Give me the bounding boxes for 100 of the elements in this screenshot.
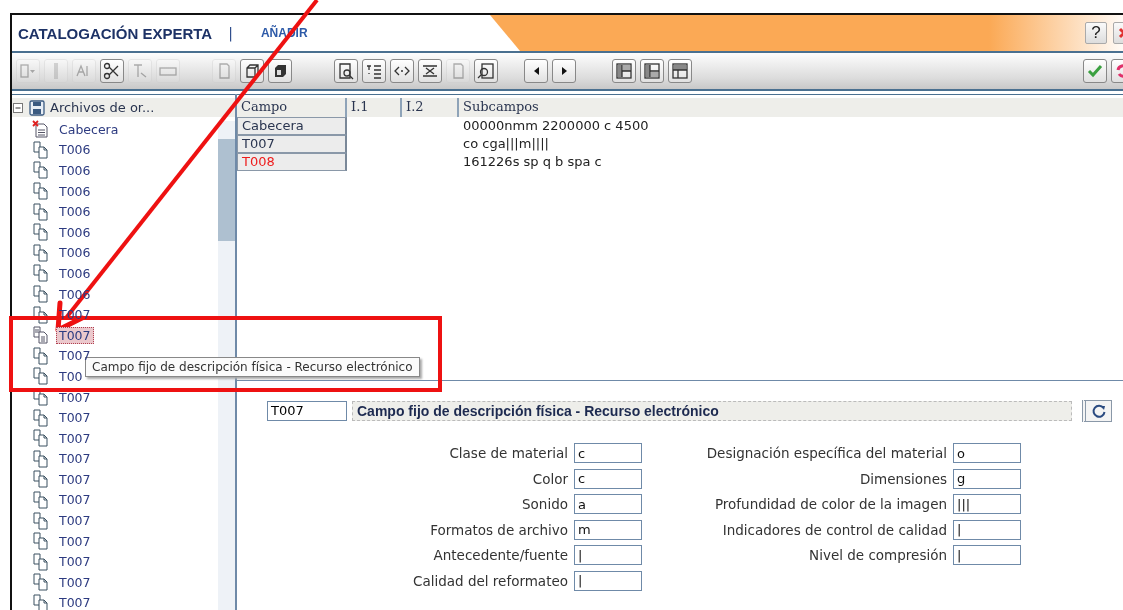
menu-icon (19, 62, 37, 80)
documents-icon (32, 470, 50, 489)
tree-item[interactable]: T007 (56, 512, 94, 530)
field-label: Designación específica del material (705, 444, 947, 463)
tree-item[interactable]: T006 (56, 141, 94, 159)
column-header[interactable]: Subcampos (459, 98, 1123, 117)
toolbar-button[interactable] (100, 59, 124, 83)
field-tag-cell[interactable]: T007 (237, 135, 347, 153)
tree-item[interactable]: T007 (56, 491, 94, 509)
bar-icon (54, 63, 58, 79)
documents-icon (32, 182, 50, 201)
tree-item[interactable]: T007 (56, 470, 94, 488)
documents-icon (32, 491, 50, 509)
scrollbar-thumb[interactable] (218, 139, 235, 241)
right-arrow-icon (561, 67, 567, 75)
toolbar-button[interactable] (418, 59, 442, 83)
documents-icon (32, 367, 50, 386)
tree-item[interactable]: T006 (56, 182, 94, 200)
toolbar-button[interactable] (474, 59, 498, 83)
table-cell-text: 161226s sp q b spa c (462, 153, 603, 171)
tree-item[interactable]: T006 (56, 244, 94, 262)
tree-item[interactable]: T007 (56, 326, 94, 344)
documents-icon (32, 202, 50, 221)
tree-item[interactable]: T006 (56, 162, 94, 179)
input-field[interactable]: a (574, 494, 642, 514)
preview-icon (337, 62, 355, 80)
field-label: Sonido (521, 495, 568, 514)
toolbar-button[interactable] (552, 59, 576, 83)
tree-item[interactable]: T007 (56, 450, 94, 468)
tree-item[interactable]: Cabecera (56, 120, 122, 138)
tree-item[interactable]: T007 (56, 594, 94, 610)
refresh-icon (1090, 403, 1107, 419)
refresh-button[interactable] (1082, 400, 1112, 422)
field-label: Formatos de archivo (429, 520, 568, 540)
input-field[interactable]: | (953, 545, 1021, 565)
field-label: Nivel de compresión (808, 546, 947, 565)
toolbar-button[interactable] (334, 59, 358, 83)
help-button[interactable]: ? (1085, 22, 1107, 44)
documents-icon (32, 429, 50, 448)
input-field[interactable]: g (953, 468, 1021, 489)
column-header[interactable]: I.2 (402, 98, 459, 117)
input-field[interactable]: c (574, 443, 642, 463)
documents-icon (32, 532, 50, 551)
documents-icon (32, 305, 50, 324)
documents-icon (32, 161, 50, 180)
tree-item[interactable]: T007 (56, 429, 94, 447)
field-label: Dimensiones (858, 469, 947, 489)
documents-icon (32, 243, 50, 262)
tree-item[interactable]: T007 (56, 573, 94, 591)
documents-icon (32, 346, 50, 365)
check-icon (1086, 62, 1104, 80)
search-icon (477, 62, 495, 80)
field-label: Color (531, 469, 568, 489)
tree-item[interactable]: T006 (56, 203, 94, 221)
column-header[interactable]: I.1 (347, 98, 402, 117)
tree-item[interactable]: T006 (56, 223, 94, 241)
tree-item[interactable]: T007 (56, 388, 94, 406)
input-field[interactable]: c (574, 468, 642, 489)
tree-item[interactable]: T00 (56, 367, 86, 385)
toolbar-button[interactable] (524, 59, 548, 83)
field-label: Profundidad de color de la imagen (713, 495, 947, 514)
toolbar-button[interactable] (612, 59, 636, 83)
input-field[interactable]: | (574, 570, 642, 591)
left-arrow-icon (533, 67, 539, 75)
documents-icon (32, 408, 50, 427)
input-field[interactable]: m (574, 519, 642, 540)
field-tag-cell[interactable]: T008 (237, 153, 347, 171)
toolbar-button[interactable] (390, 59, 414, 83)
toolbar-button[interactable] (668, 59, 692, 83)
input-field[interactable]: | (574, 545, 642, 565)
list-icon (365, 62, 383, 80)
documents-icon (32, 326, 50, 345)
input-field[interactable]: | (953, 519, 1021, 540)
input-field[interactable]: o (953, 443, 1021, 463)
documents-icon (32, 511, 50, 530)
field-code[interactable]: T007 (267, 401, 347, 421)
toolbar-button[interactable] (640, 59, 664, 83)
collapse-icon[interactable] (12, 101, 24, 114)
table-cell-text: co cga|||m|||| (462, 135, 550, 153)
toolbar-button[interactable] (268, 59, 292, 83)
tree-item[interactable]: T007 (56, 409, 94, 427)
tree-root[interactable]: Archivos de or... (12, 98, 235, 117)
cursor-icon (131, 62, 149, 80)
cube-icon (243, 62, 261, 80)
layout-icon (615, 62, 633, 80)
input-field[interactable]: ||| (953, 494, 1021, 514)
field-label: Clase de material (448, 444, 568, 463)
scissors-icon (103, 62, 121, 80)
tree-item[interactable]: T006 (56, 264, 94, 282)
delete-icon (421, 62, 439, 80)
document-error-icon (32, 120, 50, 139)
tree-item[interactable]: T007 (56, 532, 94, 550)
tree-item[interactable]: T007 (56, 553, 94, 571)
field-tag-cell[interactable]: Cabecera (237, 117, 347, 135)
field-title: Campo fijo de descripción física - Recurso electrónico (352, 401, 1072, 421)
toolbar-button[interactable] (362, 59, 386, 83)
field-label: Indicadores de control de calidad (721, 520, 947, 540)
documents-icon (32, 449, 50, 468)
field-label: Calidad del reformateo (412, 571, 568, 591)
tree-root-label: Archivos de or... (50, 100, 155, 115)
